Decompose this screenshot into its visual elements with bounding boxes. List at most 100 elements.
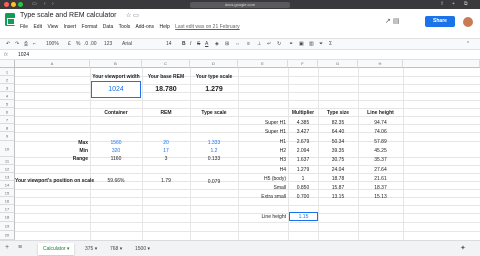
column-header-d[interactable]: D xyxy=(190,60,238,68)
tab-768[interactable]: 768 ▾ xyxy=(105,243,127,255)
menu-tools[interactable]: Tools xyxy=(119,24,131,30)
menu-addons[interactable]: Add-ons xyxy=(135,24,154,30)
add-sheet-button[interactable]: + xyxy=(5,244,9,251)
column-header-a[interactable]: A xyxy=(15,60,90,68)
chart-icon[interactable]: ▥ xyxy=(309,41,314,47)
row-header-15[interactable]: 15 xyxy=(0,189,15,197)
column-header-c[interactable]: C xyxy=(142,60,190,68)
tab-calculator[interactable]: Calculator ▾ xyxy=(38,243,75,255)
zoom-select[interactable]: 100% xyxy=(46,41,59,47)
avatar[interactable] xyxy=(463,17,473,27)
font-select[interactable]: Arial xyxy=(122,41,132,47)
link-icon[interactable]: ⚭ xyxy=(289,41,293,47)
sheets-logo-icon[interactable] xyxy=(5,13,15,26)
wrap-icon[interactable]: ↵ xyxy=(267,41,271,47)
undo-icon[interactable]: ↶ xyxy=(6,41,10,47)
column-header-e[interactable]: E xyxy=(238,60,288,68)
min-rem[interactable]: 17 xyxy=(142,149,190,154)
row-header-17[interactable]: 17 xyxy=(0,205,15,213)
menu-data[interactable]: Data xyxy=(103,24,114,30)
back-icon[interactable]: ‹ xyxy=(44,1,46,8)
menu-help[interactable]: Help xyxy=(159,24,169,30)
url-bar[interactable]: docs.google.com xyxy=(190,1,290,8)
percent-button[interactable]: % xyxy=(76,41,80,47)
row-header-4[interactable]: 4 xyxy=(0,92,15,100)
row-header-8[interactable]: 8 xyxy=(0,124,15,132)
menu-file[interactable]: File xyxy=(20,24,28,30)
italic-button[interactable]: I xyxy=(190,41,191,47)
currency-button[interactable]: £ xyxy=(68,41,71,47)
bold-button[interactable]: B xyxy=(182,41,186,47)
comments-icon[interactable]: ▤ xyxy=(393,18,400,25)
formula-bar[interactable]: fx 1024 xyxy=(0,50,480,60)
new-tab-icon[interactable]: + xyxy=(452,1,455,8)
close-window-button[interactable] xyxy=(4,2,9,7)
number-format-select[interactable]: 123 xyxy=(104,41,112,47)
redo-icon[interactable]: ↷ xyxy=(15,41,19,47)
filter-icon[interactable]: ⏷ xyxy=(319,41,323,47)
decimals-buttons[interactable]: .0 .00 xyxy=(84,41,97,47)
explore-icon[interactable]: ✦ xyxy=(460,244,466,252)
row-header-1[interactable]: 1 xyxy=(0,68,15,76)
menu-edit[interactable]: Edit xyxy=(33,24,42,30)
column-header-h[interactable]: H xyxy=(358,60,403,68)
font-size-select[interactable]: 14 xyxy=(166,41,172,47)
merge-icon[interactable]: ⇔ xyxy=(235,41,240,47)
max-container[interactable]: 1560 xyxy=(90,141,142,146)
row-header-7[interactable]: 7 xyxy=(0,116,15,124)
max-scale[interactable]: 1.333 xyxy=(190,141,238,146)
valign-icon[interactable]: ⊥ xyxy=(257,41,261,47)
rotate-icon[interactable]: ↻ xyxy=(277,41,281,47)
column-header-b[interactable]: B xyxy=(90,60,142,68)
forward-icon[interactable]: › xyxy=(52,1,54,8)
print-icon[interactable]: ⎙ xyxy=(24,41,28,47)
paint-format-icon[interactable]: ⌐ xyxy=(33,41,36,47)
row-header-19[interactable]: 19 xyxy=(0,222,15,231)
share-button[interactable]: Share xyxy=(425,16,455,27)
borders-icon[interactable]: ⊞ xyxy=(225,41,229,47)
collapse-menus-icon[interactable]: ⌃ xyxy=(466,41,470,47)
minimize-window-button[interactable] xyxy=(11,2,16,7)
row-header-18[interactable]: 18 xyxy=(0,213,15,222)
tabs-overview-icon[interactable]: ⧉ xyxy=(464,1,468,8)
min-scale[interactable]: 1.2 xyxy=(190,149,238,154)
all-sheets-button[interactable]: ≡ xyxy=(18,244,22,251)
fill-color-icon[interactable]: ◈ xyxy=(215,41,219,47)
functions-icon[interactable]: Σ xyxy=(329,41,332,47)
row-header-13[interactable]: 13 xyxy=(0,173,15,181)
row-header-3[interactable]: 3 xyxy=(0,84,15,92)
star-icon[interactable]: ☆ xyxy=(126,13,131,19)
min-container[interactable]: 320 xyxy=(90,149,142,154)
strikethrough-button[interactable]: S xyxy=(197,41,200,47)
tab-375[interactable]: 375 ▾ xyxy=(80,243,102,255)
menu-view[interactable]: View xyxy=(47,24,58,30)
move-folder-icon[interactable]: ▭ xyxy=(133,13,139,19)
maximize-window-button[interactable] xyxy=(18,2,23,7)
menu-format[interactable]: Format xyxy=(82,24,98,30)
select-all-corner[interactable] xyxy=(0,60,15,68)
align-icon[interactable]: ≡ xyxy=(247,41,250,47)
row-header-10[interactable]: 10 xyxy=(0,141,15,157)
column-header-f[interactable]: F xyxy=(288,60,318,68)
line-height-input-value[interactable]: 1.15 xyxy=(289,215,318,220)
row-header-16[interactable]: 16 xyxy=(0,197,15,205)
viewport-width-value[interactable]: 1024 xyxy=(91,86,141,93)
sidebar-icon[interactable]: ▭ xyxy=(32,1,37,8)
row-header-12[interactable]: 12 xyxy=(0,165,15,173)
tab-1500[interactable]: 1500 ▾ xyxy=(130,243,155,255)
comment-icon[interactable]: ▣ xyxy=(299,41,304,47)
document-title[interactable]: Type scale and REM calculator xyxy=(20,12,117,19)
max-rem[interactable]: 20 xyxy=(142,141,190,146)
last-edit-link[interactable]: Last edit was on 21 February xyxy=(175,24,239,30)
text-color-button[interactable]: A xyxy=(205,41,208,47)
row-header-9[interactable]: 9 xyxy=(0,132,15,141)
row-header-5[interactable]: 5 xyxy=(0,100,15,108)
row-header-20[interactable]: 20 xyxy=(0,231,15,240)
row-header-6[interactable]: 6 xyxy=(0,108,15,116)
share-page-icon[interactable]: ⇧ xyxy=(440,1,444,8)
column-header-g[interactable]: G xyxy=(318,60,358,68)
formula-value[interactable]: 1024 xyxy=(18,52,29,58)
menu-insert[interactable]: Insert xyxy=(64,24,77,30)
row-header-11[interactable]: 11 xyxy=(0,157,15,165)
row-header-2[interactable]: 2 xyxy=(0,76,15,84)
